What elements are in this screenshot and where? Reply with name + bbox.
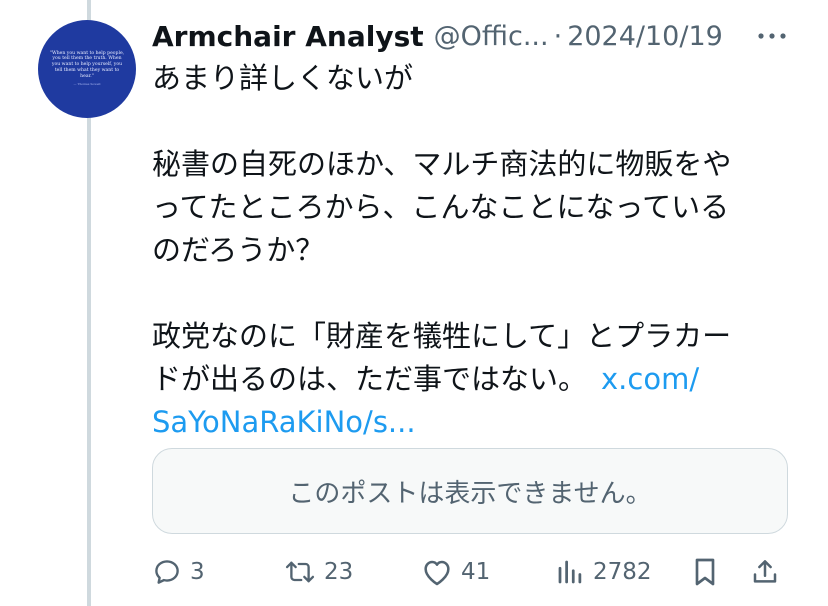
avatar[interactable]: "When you want to help people, you tell …: [38, 20, 136, 118]
tweet-date[interactable]: 2024/10/19: [567, 21, 723, 52]
tweet-header: Armchair Analyst @Offic... · 2024/10/19: [152, 16, 792, 56]
tweet-paragraph: 秘書の自死のほか、マルチ商法的に物販をや ってたところから、こんなことになってい…: [152, 143, 752, 272]
reply-count: 3: [190, 559, 205, 585]
author-handle[interactable]: @Offic...: [434, 21, 549, 52]
quote-unavailable-text: このポストは表示できません。: [288, 478, 652, 509]
quote-unavailable-card[interactable]: このポストは表示できません。: [152, 448, 788, 534]
bookmark-button[interactable]: [690, 553, 720, 591]
share-icon: [753, 560, 777, 583]
repost-button[interactable]: 23: [284, 553, 353, 591]
tweet-text-line: のだろうか？: [152, 233, 325, 267]
tweet-text-line: あまり詳しくないが: [152, 61, 414, 95]
avatar-quote: "When you want to help people, you tell …: [48, 51, 126, 88]
tweet-text-segment: ドが出るのは、ただ事ではない。: [152, 362, 588, 396]
repost-count: 23: [324, 559, 354, 585]
repost-icon: [285, 561, 315, 583]
tweet-text-line: ってたところから、こんなことになっている: [152, 190, 730, 224]
bookmark-icon: [695, 558, 715, 586]
author-name[interactable]: Armchair Analyst: [152, 20, 424, 53]
like-icon: [424, 560, 450, 586]
header-separator: ·: [553, 20, 563, 52]
more-options-button[interactable]: [752, 24, 792, 48]
reply-icon: [155, 560, 179, 584]
views-button[interactable]: 2782: [555, 553, 652, 591]
tweet-text-line: 秘書の自死のほか、マルチ商法的に物販をや: [152, 147, 732, 181]
share-button[interactable]: [750, 553, 780, 591]
like-count: 41: [461, 559, 491, 585]
like-button[interactable]: 41: [421, 553, 490, 591]
tweet-paragraph: あまり詳しくないが: [152, 57, 752, 100]
views-count: 2782: [593, 559, 652, 585]
tweet-paragraph: 政党なのに「財産を犠牲にして」とプラカー ドが出るのは、ただ事ではない。 x.co…: [152, 315, 752, 444]
tweet-link-part1[interactable]: x.com/: [601, 362, 699, 396]
reply-button[interactable]: 3: [152, 553, 205, 591]
tweet-text-line-with-link: ドが出るのは、ただ事ではない。 x.com/: [152, 358, 752, 401]
tweet-text-line: 政党なのに「財産を犠牲にして」とプラカー: [152, 319, 732, 353]
avatar-quote-text: "When you want to help people, you tell …: [49, 50, 125, 79]
tweet-link-part2[interactable]: SaYoNaRaKiNo/s...: [152, 401, 752, 444]
more-icon: [758, 33, 786, 39]
avatar-quote-attribution: — Thomas Sowell: [73, 81, 101, 86]
tweet-text: あまり詳しくないが 秘書の自死のほか、マルチ商法的に物販をや ってたところから、…: [152, 57, 752, 444]
views-icon: [558, 560, 582, 584]
